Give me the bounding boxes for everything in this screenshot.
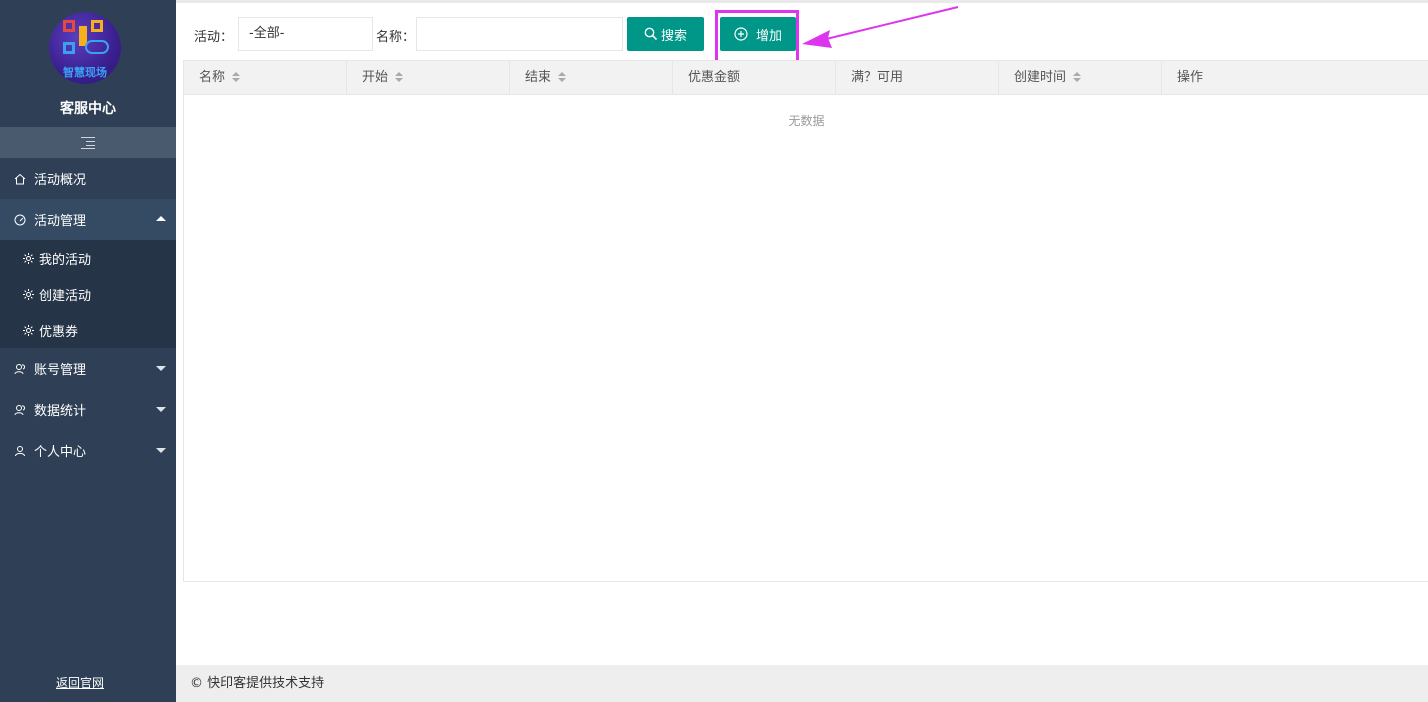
- sort-icon[interactable]: [395, 72, 404, 83]
- activity-select[interactable]: -全部-: [238, 17, 373, 51]
- gear-icon: [23, 252, 34, 264]
- name-filter-label: 名称：: [376, 30, 416, 45]
- sidebar-item-label: 活动概况: [34, 173, 87, 188]
- column-header-label: 优惠金额: [688, 70, 741, 85]
- column-header-discount: 优惠金额: [673, 61, 836, 95]
- logo-mark: [91, 20, 103, 32]
- chevron-down-icon: [156, 366, 166, 371]
- column-header-label: 满？可用: [851, 70, 904, 85]
- sidebar-subitem-my-activities[interactable]: 我的活动: [0, 240, 176, 276]
- highlight-box-annotation: [715, 10, 799, 64]
- sidebar-menu: 活动概况 活动管理 我的活动 创建活动 优惠券 账号管理 数据统计 个人中心: [0, 158, 176, 471]
- users-icon: [14, 404, 25, 415]
- column-header-actions: 操作: [1162, 61, 1428, 95]
- logo-text: 智慧现场: [63, 66, 107, 79]
- users-icon: [14, 363, 25, 374]
- sidebar-title: 客服中心: [60, 101, 116, 117]
- chevron-down-icon: [156, 407, 166, 412]
- logo-mark: [63, 20, 75, 32]
- home-icon: [14, 173, 26, 184]
- chevron-up-icon: [156, 216, 166, 221]
- sidebar-item-overview[interactable]: 活动概况: [0, 158, 176, 199]
- search-button[interactable]: 搜索: [627, 17, 704, 51]
- sidebar-subitem-label: 优惠券: [39, 324, 79, 340]
- column-header-start[interactable]: 开始: [347, 61, 510, 95]
- column-header-end[interactable]: 结束: [510, 61, 673, 95]
- sidebar-item-statistics[interactable]: 数据统计: [0, 389, 176, 430]
- sidebar-item-label: 数据统计: [34, 404, 87, 419]
- arrow-annotation: [802, 6, 959, 48]
- sidebar-item-activity-management[interactable]: 活动管理: [0, 199, 176, 240]
- column-header-label: 操作: [1177, 70, 1204, 85]
- column-header-threshold: 满？可用: [836, 61, 999, 95]
- name-input[interactable]: [416, 17, 623, 51]
- sidebar-item-account-management[interactable]: 账号管理: [0, 348, 176, 389]
- sidebar-subitem-coupons[interactable]: 优惠券: [0, 312, 176, 348]
- sort-icon[interactable]: [1073, 72, 1082, 83]
- sidebar-subitem-label: 创建活动: [39, 288, 92, 304]
- top-divider: [176, 0, 1428, 3]
- table-header: 名称 开始 结束 优惠金额 满？可用 创建时间 操作: [184, 61, 1428, 95]
- chevron-down-icon: [156, 448, 166, 453]
- submenu-activity-management: 我的活动 创建活动 优惠券: [0, 240, 176, 348]
- sidebar-subitem-label: 我的活动: [39, 252, 92, 268]
- sidebar-item-personal-center[interactable]: 个人中心: [0, 430, 176, 471]
- search-icon: [644, 27, 658, 41]
- column-header-label: 结束: [525, 70, 552, 85]
- main-content: 活动： -全部- 名称： 搜索 增加 名称 开始 结束 优惠金额 满？可用 创建…: [176, 0, 1428, 702]
- indent-icon: [81, 137, 95, 149]
- sidebar: 智慧现场 客服中心 活动概况 活动管理 我的活动 创建活动 优惠券 账号管理 数…: [0, 0, 176, 702]
- column-header-created[interactable]: 创建时间: [999, 61, 1162, 95]
- sort-icon[interactable]: [558, 72, 567, 83]
- cloud-icon: [85, 40, 109, 54]
- back-to-site-link[interactable]: 返回官网: [0, 674, 160, 691]
- user-icon: [15, 445, 25, 456]
- column-header-label: 名称: [199, 70, 226, 85]
- sidebar-subitem-create-activity[interactable]: 创建活动: [0, 276, 176, 312]
- sidebar-item-label: 个人中心: [34, 445, 87, 460]
- column-header-label: 开始: [362, 70, 389, 85]
- gear-icon: [23, 324, 34, 336]
- search-button-label: 搜索: [660, 28, 687, 44]
- column-header-name[interactable]: 名称: [184, 61, 347, 95]
- logo: 智慧现场: [49, 12, 121, 84]
- sidebar-collapse-button[interactable]: [0, 127, 176, 158]
- logo-mark: [63, 42, 75, 54]
- footer: © 快印客提供技术支持: [176, 665, 1428, 702]
- sidebar-item-label: 账号管理: [34, 363, 87, 378]
- column-header-label: 创建时间: [1014, 70, 1067, 85]
- activity-table: 名称 开始 结束 优惠金额 满？可用 创建时间 操作 无数据: [183, 60, 1428, 582]
- gear-icon: [23, 288, 34, 300]
- activity-filter-label: 活动：: [194, 30, 234, 45]
- sidebar-item-label: 活动管理: [34, 214, 87, 229]
- dashboard-icon: [14, 214, 26, 225]
- empty-state-text: 无数据: [788, 114, 825, 128]
- sort-icon[interactable]: [232, 72, 241, 83]
